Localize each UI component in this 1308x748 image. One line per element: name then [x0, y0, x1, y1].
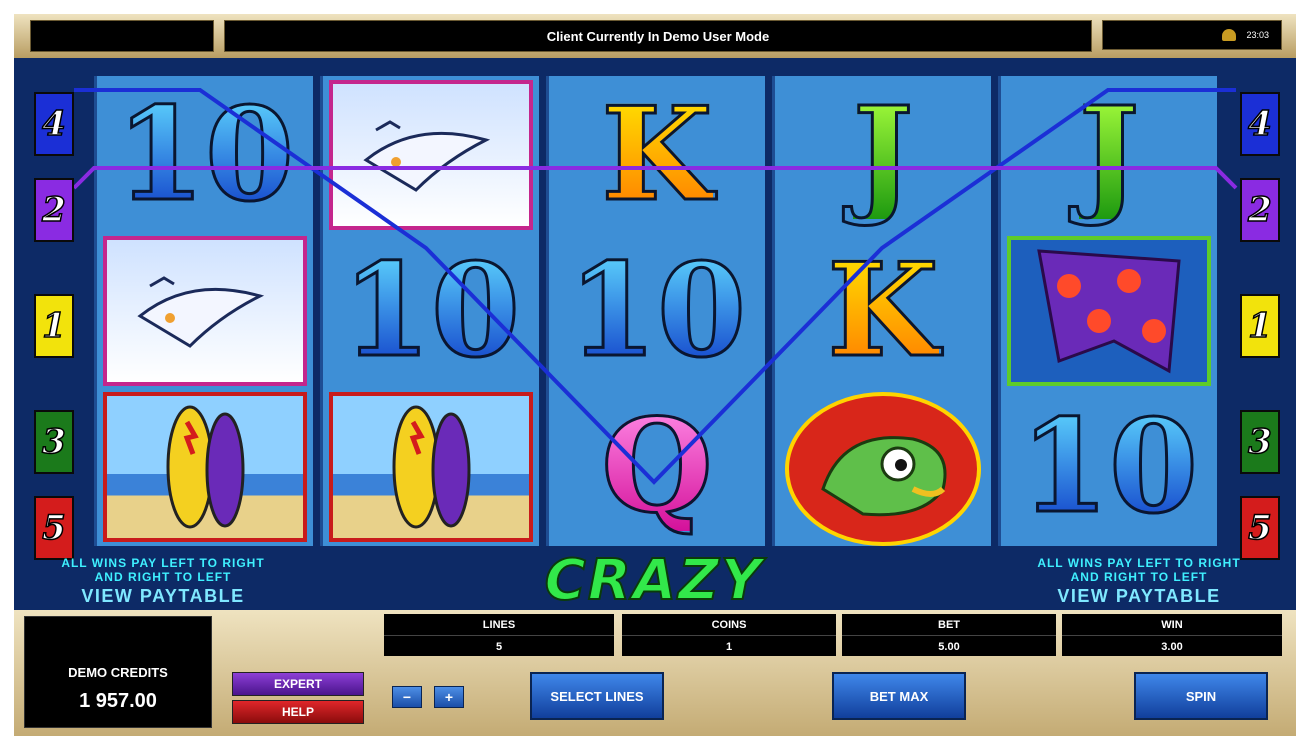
stat-value: 1 [725, 640, 733, 653]
line-button-left-5[interactable]: 5 [34, 496, 74, 560]
stat-label: BET [842, 614, 1056, 636]
line-button-left-4[interactable]: 4 [34, 92, 74, 156]
stat-bet: BET 5.00 [842, 614, 1056, 656]
line-button-right-1[interactable]: 1 [1240, 294, 1280, 358]
status-message: Client Currently In Demo User Mode [224, 20, 1092, 52]
stat-label: COINS [622, 614, 836, 636]
stat-value: 3.00 [1161, 640, 1183, 653]
line-button-right-2[interactable]: 2 [1240, 178, 1280, 242]
line-button-right-3[interactable]: 3 [1240, 410, 1280, 474]
top-bar-right-panel: 23:03 [1102, 20, 1282, 50]
stat-win: WIN 3.00 [1062, 614, 1282, 656]
view-paytable-link-left[interactable]: VIEW PAYTABLE [18, 584, 308, 608]
line-button-left-1[interactable]: 1 [34, 294, 74, 358]
view-paytable-link-right[interactable]: VIEW PAYTABLE [994, 584, 1284, 608]
stat-value: 5 [495, 640, 503, 653]
stat-lines: LINES 5 [384, 614, 614, 656]
side-info-line2: AND RIGHT TO LEFT [1070, 570, 1208, 584]
side-info-line1: ALL WINS PAY LEFT TO RIGHT [1037, 556, 1241, 570]
line-button-left-3[interactable]: 3 [34, 410, 74, 474]
increase-lines-button[interactable]: + [434, 686, 464, 708]
line-button-right-4[interactable]: 4 [1240, 92, 1280, 156]
stat-label: LINES [384, 614, 614, 636]
payline-4 [74, 88, 1236, 485]
top-bar: Client Currently In Demo User Mode 23:03 [14, 14, 1296, 58]
side-info-left: ALL WINS PAY LEFT TO RIGHT AND RIGHT TO … [18, 556, 308, 608]
bet-max-button[interactable]: BET MAX [832, 672, 966, 720]
side-info-right: ALL WINS PAY LEFT TO RIGHT AND RIGHT TO … [994, 556, 1284, 608]
credits-value: 1 957.00 [79, 690, 157, 712]
paylines-overlay [72, 88, 1238, 485]
credits-display: DEMO CREDITS 1 957.00 [24, 616, 212, 728]
stat-value: 5.00 [938, 640, 960, 653]
game-area: 10 10 K 10 Q J K J 10 4 2 1 3 5 4 2 1 3 … [14, 58, 1296, 679]
slot-machine-frame: Client Currently In Demo User Mode 23:03… [14, 14, 1296, 736]
stat-label: WIN [1062, 614, 1282, 636]
bell-icon[interactable] [1222, 29, 1237, 41]
clock: 23:03 [1246, 30, 1269, 40]
credits-label: DEMO CREDITS [68, 665, 168, 680]
spin-button[interactable]: SPIN [1134, 672, 1268, 720]
expert-button[interactable]: EXPERT [232, 672, 364, 696]
control-panel: DEMO CREDITS 1 957.00 EXPERT HELP LINES … [14, 610, 1296, 736]
line-button-right-5[interactable]: 5 [1240, 496, 1280, 560]
top-bar-left-panel [30, 20, 214, 52]
help-button[interactable]: HELP [232, 700, 364, 724]
stat-coins: COINS 1 [622, 614, 836, 656]
side-info-line2: AND RIGHT TO LEFT [94, 570, 232, 584]
payline-2 [72, 166, 1238, 190]
line-button-left-2[interactable]: 2 [34, 178, 74, 242]
side-info-line1: ALL WINS PAY LEFT TO RIGHT [61, 556, 265, 570]
select-lines-button[interactable]: SELECT LINES [530, 672, 664, 720]
decrease-lines-button[interactable]: − [392, 686, 422, 708]
